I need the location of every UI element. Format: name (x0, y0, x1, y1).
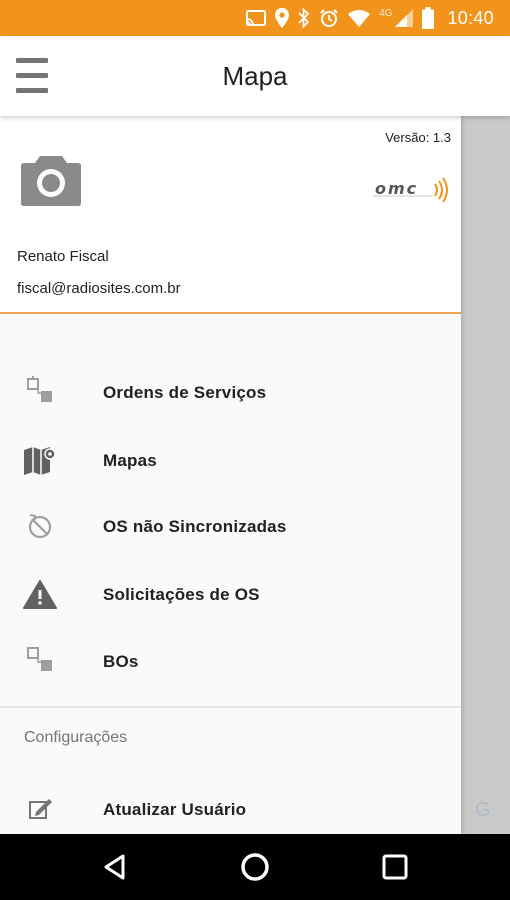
menu-item-atualizar-usuario[interactable]: Atualizar Usuário (0, 780, 461, 834)
drawer-header: Versão: 1.3 omc Renato Fiscal fiscal@rad… (0, 116, 461, 314)
google-logo-fragment: G (475, 799, 491, 821)
bluetooth-icon (298, 8, 310, 28)
menu-item-label: Solicitações de OS (103, 585, 260, 604)
hamburger-menu-icon[interactable] (16, 54, 50, 98)
app-screen: 4G 10:40 Mapa G Versão: 1.3 omc Renato F… (0, 0, 510, 900)
alarm-icon (320, 9, 338, 27)
menu-item-label: Mapas (103, 451, 157, 470)
app-bar: Mapa (0, 36, 510, 116)
cast-icon (246, 10, 267, 26)
user-email: fiscal@radiosites.com.br (17, 280, 181, 297)
menu-item-ordens-de-servicos[interactable]: Ordens de Serviços (0, 363, 461, 423)
recents-icon[interactable] (378, 850, 412, 884)
section-header-configuracoes: Configurações (24, 729, 128, 746)
menu-item-solicitacoes-de-os[interactable]: Solicitações de OS (0, 565, 461, 625)
location-icon (275, 8, 290, 28)
menu-item-os-nao-sincronizadas[interactable]: OS não Sincronizadas (0, 497, 461, 557)
warning-icon (23, 580, 57, 609)
signal-icon (395, 9, 414, 27)
drawer-menu: Ordens de Serviços Mapas OS não Sincroni… (0, 316, 461, 834)
status-bar: 4G 10:40 (0, 0, 510, 36)
page-title: Mapa (222, 61, 288, 91)
camera-icon[interactable] (20, 152, 82, 206)
home-icon[interactable] (238, 850, 272, 884)
network-type-label: 4G (379, 7, 393, 19)
app-version: Versão: 1.3 (385, 130, 451, 145)
menu-item-label: Atualizar Usuário (103, 800, 247, 819)
svg-text:omc: omc (375, 179, 418, 198)
omc-logo: omc (373, 177, 448, 203)
wifi-icon (348, 10, 371, 27)
map-area[interactable]: G (461, 116, 510, 834)
bo-icon (27, 647, 52, 671)
battery-icon (422, 7, 435, 29)
map-icon (24, 447, 56, 475)
menu-item-bos[interactable]: BOs (0, 632, 461, 692)
menu-item-label: Ordens de Serviços (103, 383, 267, 402)
menu-item-label: BOs (103, 652, 139, 671)
service-orders-icon (27, 376, 52, 402)
system-navigation-bar (0, 834, 510, 900)
navigation-drawer: Versão: 1.3 omc Renato Fiscal fiscal@rad… (0, 116, 461, 834)
menu-item-label: OS não Sincronizadas (103, 517, 287, 536)
sync-disabled-icon (28, 514, 52, 539)
clock: 10:40 (447, 7, 494, 28)
divider (0, 706, 461, 708)
menu-item-mapas[interactable]: Mapas (0, 431, 461, 491)
back-icon[interactable] (98, 850, 132, 884)
user-name: Renato Fiscal (17, 248, 109, 265)
edit-icon (29, 799, 52, 819)
